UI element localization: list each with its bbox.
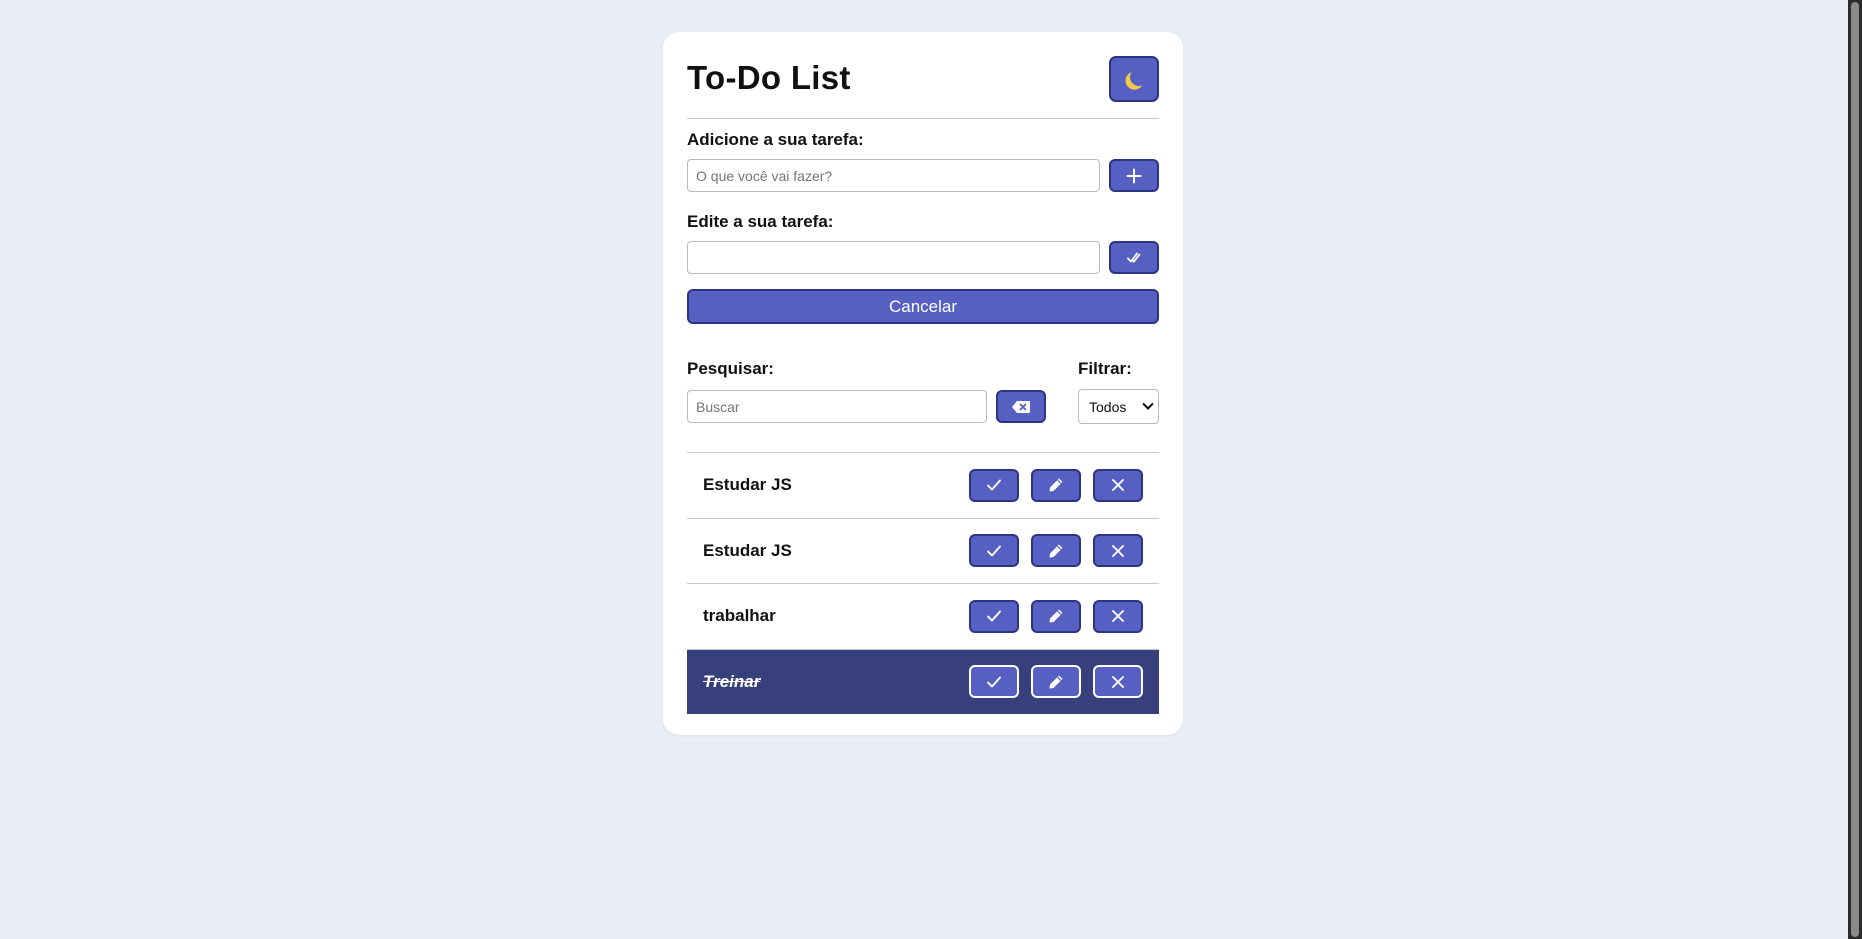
backspace-icon: [1012, 400, 1030, 413]
search-label: Pesquisar:: [687, 359, 774, 378]
close-icon: [1112, 479, 1124, 492]
check-icon: [987, 676, 1001, 688]
todo-item: Estudar JS: [687, 453, 1159, 519]
close-icon: [1112, 610, 1124, 623]
remove-todo-button[interactable]: [1093, 468, 1143, 502]
finish-todo-button[interactable]: [969, 534, 1019, 568]
scrollbar-thumb[interactable]: [1851, 2, 1859, 937]
todo-item-done: Treinar: [687, 649, 1159, 714]
remove-todo-button[interactable]: [1093, 534, 1143, 568]
pencil-icon: [1049, 675, 1063, 689]
search-input[interactable]: [687, 390, 987, 423]
pencil-icon: [1049, 609, 1063, 623]
moon-icon: [1129, 67, 1149, 87]
check-icon: [987, 479, 1001, 491]
confirm-edit-button[interactable]: [1109, 241, 1159, 274]
finish-todo-button[interactable]: [969, 468, 1019, 502]
todo-title: Estudar JS: [703, 475, 792, 495]
edit-todo-button[interactable]: [1031, 665, 1081, 699]
edit-todo-button[interactable]: [1031, 534, 1081, 568]
todo-item: Estudar JS: [687, 519, 1159, 584]
add-task-input[interactable]: [687, 159, 1100, 192]
theme-toggle-button[interactable]: [1109, 56, 1159, 102]
edit-todo-button[interactable]: [1031, 599, 1081, 633]
add-task-button[interactable]: [1109, 159, 1159, 192]
close-icon: [1112, 675, 1124, 688]
check-icon: [987, 545, 1001, 557]
edit-task-input[interactable]: [687, 241, 1100, 274]
filter-selected-value: Todos: [1089, 398, 1127, 415]
todo-header: To-Do List: [687, 32, 1159, 119]
edit-todo-button[interactable]: [1031, 468, 1081, 502]
edit-task-section: Edite a sua tarefa: Cancelar: [687, 212, 1159, 324]
check-icon: [987, 610, 1001, 622]
page-title: To-Do List: [687, 59, 851, 96]
search-filter-toolbar: Pesquisar: Filtrar: Todos: [687, 356, 1159, 436]
pencil-icon: [1049, 478, 1063, 492]
remove-todo-button[interactable]: [1093, 599, 1143, 633]
todo-list: Estudar JS Estudar JS trabalhar Treinar: [687, 452, 1159, 714]
close-icon: [1112, 544, 1124, 557]
cancel-edit-button[interactable]: Cancelar: [687, 289, 1159, 324]
page-scrollbar[interactable]: [1848, 0, 1862, 939]
clear-search-button[interactable]: [996, 390, 1046, 423]
remove-todo-button[interactable]: [1093, 665, 1143, 699]
finish-todo-button[interactable]: [969, 599, 1019, 633]
pencil-icon: [1049, 544, 1063, 558]
add-task-label: Adicione a sua tarefa:: [687, 130, 864, 149]
todo-title: Estudar JS: [703, 540, 792, 560]
chevron-down-icon: [1142, 398, 1154, 410]
edit-task-label: Edite a sua tarefa:: [687, 212, 834, 231]
todo-title: Treinar: [703, 671, 761, 691]
search-section: Pesquisar:: [687, 356, 1046, 436]
double-check-icon: [1127, 252, 1141, 263]
plus-icon: [1126, 168, 1142, 183]
todo-title: trabalhar: [703, 606, 776, 626]
todo-item: trabalhar: [687, 584, 1159, 650]
filter-select[interactable]: Todos: [1078, 389, 1159, 424]
todo-card: To-Do List Adicione a sua tarefa: Edite …: [663, 32, 1183, 735]
add-task-section: Adicione a sua tarefa:: [687, 130, 1159, 192]
filter-section: Filtrar: Todos: [1078, 356, 1159, 436]
filter-label: Filtrar:: [1078, 359, 1132, 378]
finish-todo-button[interactable]: [969, 665, 1019, 699]
